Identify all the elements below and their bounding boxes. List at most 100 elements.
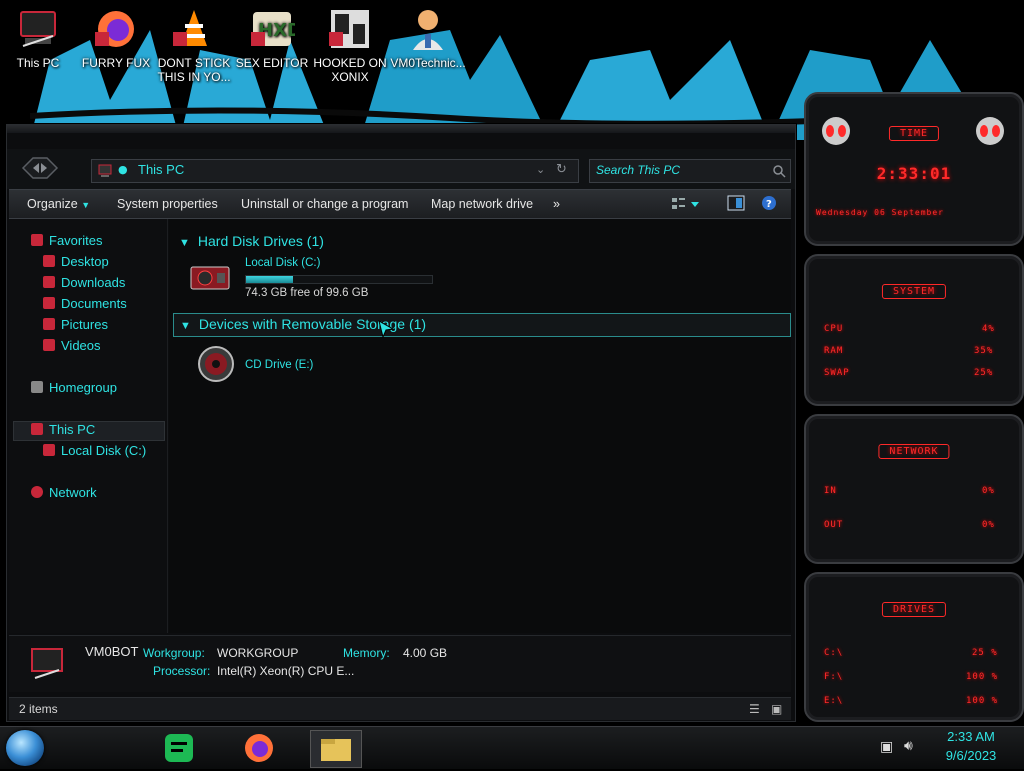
- homegroup-icon: [31, 381, 43, 393]
- desktop-icon-label: SEX EDITOR: [235, 56, 309, 70]
- search-placeholder: Search This PC: [596, 163, 681, 177]
- taskbar-app-explorer[interactable]: [310, 730, 362, 768]
- cd-drive-icon: [197, 345, 235, 383]
- desktop-icon-hooked-on-xonix[interactable]: HOOKED ON XONIX: [312, 6, 388, 84]
- network-in-value: 0%: [982, 486, 995, 496]
- nav-label: Homegroup: [49, 380, 117, 395]
- taskbar-app-notes[interactable]: [154, 730, 204, 766]
- videos-folder-icon: [43, 339, 55, 351]
- time-gadget-title: TIME: [888, 126, 940, 141]
- content-pane: ▼ Hard Disk Drives (1) Local Disk (C:) 74…: [169, 219, 791, 633]
- desktop-icon-label: XONIX: [331, 70, 369, 84]
- system-gadget[interactable]: SYSTEM CPU 4% RAM 35% SWAP 25%: [804, 254, 1024, 406]
- hard-drive-icon: [43, 444, 55, 456]
- window-title-strip[interactable]: [7, 125, 795, 133]
- computer-icon: [29, 646, 65, 682]
- nav-label: Local Disk (C:): [61, 443, 147, 458]
- nav-item-videos[interactable]: Videos: [43, 338, 101, 353]
- nav-item-favorites[interactable]: Favorites: [31, 233, 102, 248]
- system-gadget-title: SYSTEM: [881, 284, 947, 299]
- nav-label: Network: [49, 485, 97, 500]
- preview-pane-icon[interactable]: [727, 195, 745, 211]
- back-forward-buttons[interactable]: [21, 155, 59, 181]
- group-header-hard-disks[interactable]: ▼ Hard Disk Drives (1): [179, 233, 324, 249]
- memory-label: Memory:: [343, 646, 390, 660]
- processor-value: Intel(R) Xeon(R) CPU E...: [217, 664, 355, 678]
- start-button[interactable]: [6, 730, 44, 766]
- nav-item-local-disk[interactable]: Local Disk (C:): [43, 443, 146, 458]
- memory-value: 4.00 GB: [403, 646, 448, 660]
- uninstall-program-button[interactable]: Uninstall or change a program: [241, 197, 408, 211]
- desktop-icon-this-pc[interactable]: This PC: [0, 6, 76, 70]
- desktop-icon-label: FURRY FUX: [81, 56, 151, 70]
- star-icon: [31, 234, 43, 246]
- network-icon: [31, 486, 43, 498]
- chevron-down-icon[interactable]: ⌄: [536, 163, 545, 176]
- group-header-removable[interactable]: ▼ Devices with Removable Storage (1): [173, 313, 791, 337]
- explorer-window: ● This PC ⌄ ↻ Search This PC Organize ▼ …: [6, 124, 796, 722]
- navigation-pane: Favorites Desktop Downloads Documents Pi…: [9, 219, 168, 633]
- volume-tray-icon[interactable]: 🔊︎: [904, 738, 913, 754]
- system-properties-button[interactable]: System properties: [117, 197, 218, 211]
- network-tray-icon[interactable]: ▣: [880, 739, 893, 755]
- drive-row-label: E:\: [824, 696, 844, 706]
- desktop-icon-label: VM0Technic...: [390, 56, 466, 70]
- pictures-folder-icon: [43, 318, 55, 330]
- drive-name: Local Disk (C:): [245, 257, 321, 269]
- drive-tile-c[interactable]: Local Disk (C:) 74.3 GB free of 99.6 GB: [189, 257, 449, 305]
- large-icons-view-icon[interactable]: ▣: [771, 702, 782, 716]
- nav-item-documents[interactable]: Documents: [43, 296, 127, 311]
- nav-item-network[interactable]: Network: [31, 485, 97, 500]
- time-gadget[interactable]: TIME 2:33:01 Wednesday 06 September: [804, 92, 1024, 246]
- item-count: 2 items: [19, 702, 58, 716]
- computer-name: VM0BOT: [85, 644, 139, 659]
- drives-gadget[interactable]: DRIVES C:\ 25 % F:\ 100 % E:\ 100 %: [804, 572, 1024, 722]
- nav-item-downloads[interactable]: Downloads: [43, 275, 125, 290]
- organize-button[interactable]: Organize ▼: [27, 197, 90, 211]
- network-out-value: 0%: [982, 520, 995, 530]
- nav-item-this-pc[interactable]: This PC: [31, 422, 95, 437]
- desktop-icon-sex-editor[interactable]: HXD SEX EDITOR: [234, 6, 310, 70]
- drive-usage-bar: [245, 275, 433, 284]
- cpu-label: CPU: [824, 324, 844, 334]
- details-pane: VM0BOT Workgroup: WORKGROUP Memory: 4.00…: [9, 635, 791, 692]
- drive-name: CD Drive (E:): [245, 359, 314, 371]
- command-bar: Organize ▼ System properties Uninstall o…: [9, 189, 791, 219]
- search-icon: [772, 163, 786, 178]
- documents-folder-icon: [43, 297, 55, 309]
- drive-tile-cd[interactable]: CD Drive (E:): [197, 345, 397, 385]
- tray-time[interactable]: 2:33 AM: [938, 729, 1004, 744]
- nav-label: Favorites: [49, 233, 103, 248]
- search-input[interactable]: Search This PC: [589, 159, 791, 183]
- tray-date[interactable]: 9/6/2023: [938, 748, 1004, 763]
- nav-item-homegroup[interactable]: Homegroup: [31, 380, 117, 395]
- taskbar-app-firefox[interactable]: [234, 730, 284, 766]
- alien-head-icon: [820, 116, 852, 146]
- drive-row-value: 25 %: [972, 648, 998, 658]
- desktop-icon-label: DONT STICK: [157, 56, 231, 70]
- desktop-icon-vm0technic[interactable]: VM0Technic...: [390, 6, 466, 70]
- details-view-icon[interactable]: ☰: [749, 702, 760, 716]
- svg-text:?: ?: [766, 199, 772, 210]
- drive-row-label: C:\: [824, 648, 844, 658]
- map-network-drive-button[interactable]: Map network drive: [431, 197, 533, 211]
- refresh-icon[interactable]: ↻: [556, 162, 567, 177]
- help-icon[interactable]: ?: [761, 195, 777, 211]
- chevron-right-icon[interactable]: ●: [118, 163, 128, 176]
- desktop-icon-dont-stick[interactable]: DONT STICK THIS IN YO...: [156, 6, 232, 84]
- alien-head-icon: [974, 116, 1006, 146]
- technician-person-icon: [405, 6, 451, 52]
- nav-item-desktop[interactable]: Desktop: [43, 254, 109, 269]
- firefox-icon: [93, 6, 139, 52]
- desktop-icon-furry-fux[interactable]: FURRY FUX: [78, 6, 154, 70]
- network-gadget[interactable]: NETWORK IN 0% OUT 0%: [804, 414, 1024, 564]
- computer-icon: [31, 423, 43, 435]
- chevron-down-icon: ▼: [81, 200, 91, 210]
- view-options-icon[interactable]: [671, 196, 701, 212]
- address-bar[interactable]: ● This PC ⌄ ↻: [91, 159, 579, 183]
- nav-item-pictures[interactable]: Pictures: [43, 317, 108, 332]
- drive-usage-fill: [246, 276, 294, 283]
- more-commands-button[interactable]: »: [553, 197, 560, 211]
- cpu-value: 4%: [982, 324, 995, 334]
- processor-label: Processor:: [153, 664, 211, 678]
